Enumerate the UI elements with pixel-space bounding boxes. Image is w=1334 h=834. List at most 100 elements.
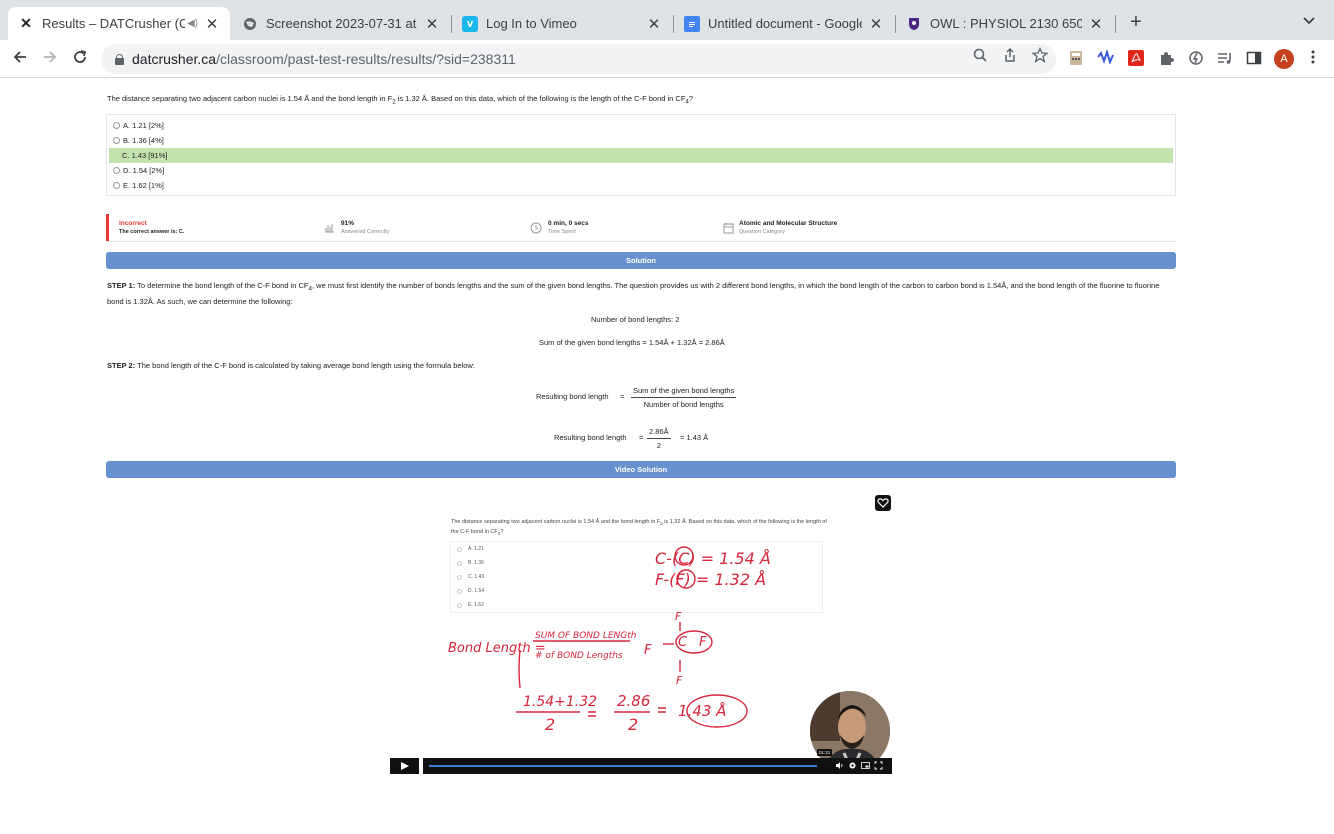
- equation-bond-sum: Sum of the given bond lengths = 1.54Å + …: [539, 338, 725, 347]
- result-status: Incorrect The correct answer is: C.: [119, 220, 185, 235]
- refresh-bolt-extension-icon[interactable]: [1187, 50, 1205, 68]
- tab-strip: ✕ Results – DATCrusher (Car ◀) ✕ Screens…: [0, 0, 1334, 40]
- speaker-icon[interactable]: ◀): [187, 18, 198, 29]
- hw-denominator: # of BOND Lengths: [535, 651, 623, 661]
- percent-correct: 91% Answered Correctly: [341, 220, 389, 235]
- solution-banner: Solution: [106, 252, 1176, 269]
- video-progress[interactable]: [429, 765, 817, 767]
- close-tab-icon[interactable]: ✕: [1088, 15, 1104, 33]
- waveform-extension-icon[interactable]: [1097, 48, 1115, 68]
- hw-numerator: SUM OF BOND LENGth: [535, 631, 637, 641]
- side-panel-icon[interactable]: [1245, 50, 1263, 68]
- tab-owl[interactable]: OWL : PHYSIOL 2130 650 SU2 ✕: [896, 7, 1114, 40]
- video-timestamp: 01:21: [817, 749, 833, 756]
- browser-menu-icon[interactable]: [1304, 50, 1322, 68]
- hw-atom-f-top: F: [675, 610, 682, 623]
- vimeo-icon: v: [462, 15, 478, 32]
- hw-atom-f-right: F: [699, 635, 707, 650]
- choice-a[interactable]: A. 1.21 [2%]: [109, 118, 1173, 133]
- formula-equals: =: [620, 392, 625, 401]
- radio-icon[interactable]: [113, 122, 120, 129]
- question-category: Atomic and Molecular Structure Question …: [739, 220, 838, 235]
- clock-icon: [530, 222, 542, 234]
- close-tab-icon[interactable]: ✕: [868, 15, 884, 33]
- tab-title: Results – DATCrusher (Car: [42, 16, 185, 31]
- radio-icon[interactable]: [113, 137, 120, 144]
- choice-c-correct[interactable]: C. 1.43 [91%]: [109, 148, 1173, 163]
- back-arrow-icon[interactable]: [10, 49, 30, 69]
- tab-vimeo[interactable]: v Log In to Vimeo ✕: [452, 7, 672, 40]
- calculator-extension-icon[interactable]: [1067, 50, 1085, 68]
- new-tab-plus-icon[interactable]: +: [1126, 11, 1146, 34]
- tab-screenshot[interactable]: Screenshot 2023-07-31 at 5.0 ✕: [232, 7, 450, 40]
- radio-icon[interactable]: [113, 182, 120, 189]
- hw-calc-num: 1.54+1.32: [523, 694, 597, 710]
- tab-title: OWL : PHYSIOL 2130 650 SU2: [930, 16, 1082, 31]
- choice-e[interactable]: E. 1.62 [1%]: [109, 178, 1173, 193]
- time-spent: 0 min, 0 secs Time Spent: [548, 220, 589, 235]
- tab-google-doc[interactable]: Untitled document - Google D ✕: [674, 7, 894, 40]
- hw-c-line: C-(C) = 1.54 Å: [655, 549, 771, 568]
- video-player[interactable]: The distance separating two adjacent car…: [390, 488, 892, 776]
- result-stats: Incorrect The correct answer is: C. 91% …: [106, 214, 1176, 242]
- hw-bracket: [518, 649, 521, 689]
- choice-d[interactable]: D. 1.54 [2%]: [109, 163, 1173, 178]
- hw-mid-den: 2: [628, 715, 638, 734]
- equation-bond-count: Number of bond lengths: 2: [591, 315, 680, 324]
- calendar-icon: [723, 222, 734, 234]
- page-content: The distance separating two adjacent car…: [0, 79, 1334, 834]
- reload-icon[interactable]: [70, 49, 90, 69]
- video-solution-banner: Video Solution: [106, 461, 1176, 478]
- formula-denominator: Number of bond lengths: [643, 400, 724, 409]
- tab-datcrusher-results[interactable]: ✕ Results – DATCrusher (Car ◀) ✕: [8, 7, 230, 40]
- close-tab-icon[interactable]: ✕: [424, 15, 440, 33]
- fullscreen-icon[interactable]: [874, 761, 883, 770]
- forward-arrow-icon[interactable]: [40, 49, 60, 69]
- bookmark-star-icon[interactable]: [1031, 46, 1049, 65]
- address-bar[interactable]: datcrusher.ca/classroom/past-test-result…: [101, 44, 1056, 74]
- media-playlist-icon[interactable]: [1216, 50, 1234, 68]
- hw-atom-f-left: F: [644, 643, 652, 658]
- bar-chart-icon: [324, 222, 335, 233]
- choice-b[interactable]: B. 1.36 [4%]: [109, 133, 1173, 148]
- question-text: The distance separating two adjacent car…: [107, 94, 694, 106]
- tab-search-chevron-icon[interactable]: [1303, 13, 1315, 28]
- browser-toolbar: datcrusher.ca/classroom/past-test-result…: [0, 40, 1334, 78]
- result-lhs: Resulting bond length: [554, 433, 627, 442]
- incorrect-indicator-bar: [106, 214, 109, 241]
- picture-in-picture-icon[interactable]: [861, 761, 870, 770]
- tab-title: Untitled document - Google D: [708, 16, 862, 31]
- close-tab-icon[interactable]: ✕: [646, 15, 662, 33]
- lock-icon[interactable]: [115, 53, 124, 65]
- hw-mid-num: 2.86: [617, 692, 650, 710]
- hw-answer: 1.43 Å: [678, 701, 726, 720]
- hw-equals-2: [658, 707, 666, 713]
- video-scrubber-bar[interactable]: 01:21: [423, 749, 892, 774]
- result-equals: =: [639, 433, 644, 442]
- share-icon[interactable]: [1001, 47, 1019, 65]
- tab-title: Screenshot 2023-07-31 at 5.0: [266, 16, 418, 31]
- result-denominator: 2: [656, 441, 661, 450]
- video-controls: 01:21: [390, 749, 892, 776]
- google-docs-icon: [684, 15, 700, 32]
- close-tab-icon[interactable]: ✕: [204, 15, 220, 33]
- solution-step-2: STEP 2: The bond length of the C-F bond …: [107, 361, 475, 370]
- globe-icon: [242, 16, 258, 32]
- play-icon[interactable]: [390, 758, 419, 774]
- result-fraction: 2.86Å 2: [647, 427, 671, 450]
- profile-avatar[interactable]: A: [1274, 49, 1294, 69]
- tab-separator: [1115, 15, 1116, 33]
- puzzle-extensions-icon[interactable]: [1157, 50, 1175, 68]
- url-host: datcrusher.ca: [132, 51, 217, 67]
- formula-fraction: Sum of the given bond lengths Number of …: [631, 386, 737, 409]
- datcrusher-logo-icon: ✕: [20, 15, 32, 31]
- hw-f-line: F-(F) = 1.32 Å: [655, 570, 766, 589]
- tab-title: Log In to Vimeo: [486, 16, 577, 31]
- result-rhs: = 1.43 Å: [680, 433, 709, 442]
- volume-icon[interactable]: [835, 761, 844, 770]
- solution-step-1: STEP 1: To determine the bond length of …: [107, 281, 1160, 306]
- pdf-extension-icon[interactable]: [1127, 50, 1145, 68]
- settings-gear-icon[interactable]: [848, 761, 857, 770]
- radio-icon[interactable]: [113, 167, 120, 174]
- zoom-icon[interactable]: [971, 47, 989, 65]
